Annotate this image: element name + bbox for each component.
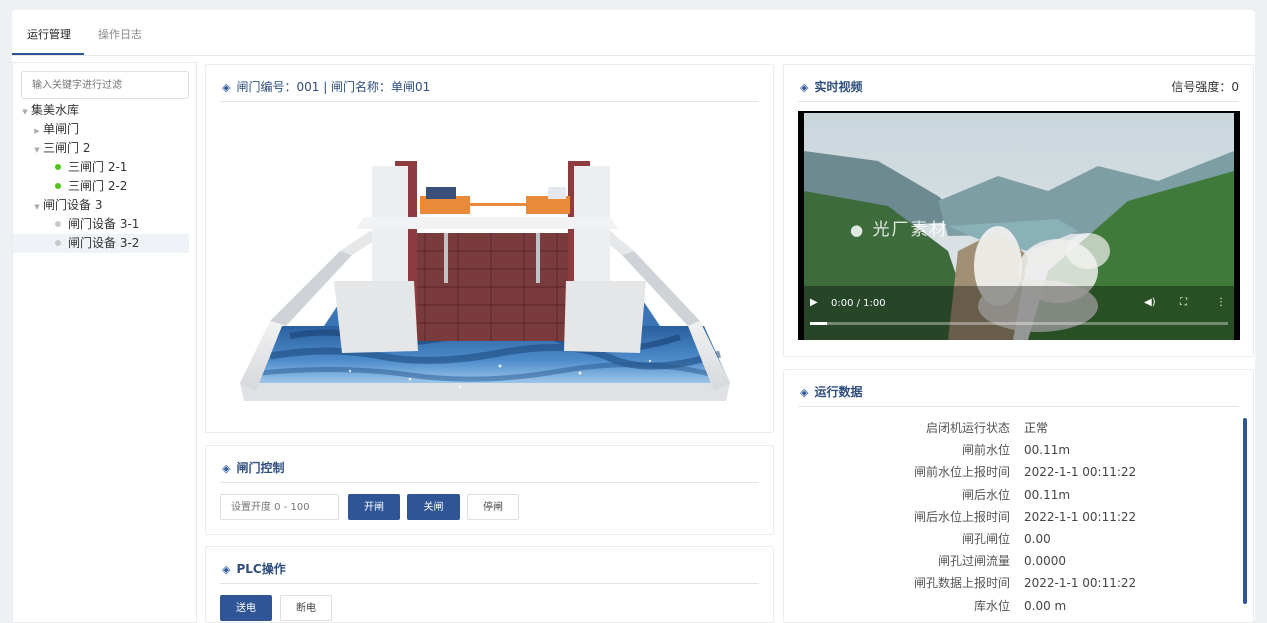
- data-label: 闸后水位: [961, 487, 1010, 502]
- data-value: 00.11m: [1024, 487, 1071, 502]
- opening-input[interactable]: [220, 494, 339, 520]
- close-gate-button[interactable]: 关闸: [407, 494, 460, 520]
- data-label: 闸前水位上报时间: [913, 465, 1010, 480]
- tree-node[interactable]: 三闸门 2-2: [13, 177, 127, 196]
- tab-run-management[interactable]: 运行管理: [27, 26, 71, 42]
- tree-filter-input[interactable]: [21, 71, 189, 99]
- active-tab-indicator: [12, 53, 84, 55]
- tree-node[interactable]: ▼ 集美水库: [13, 101, 79, 120]
- tree-node-label: 闸门设备 3: [43, 198, 103, 212]
- tree-node-label: 三闸门 2-2: [68, 179, 128, 193]
- run-data-title: ◈ 运行数据: [800, 385, 863, 399]
- video-watermark: ● 光厂素材: [850, 220, 949, 240]
- divider: [220, 482, 759, 483]
- data-label: 闸后水位上报时间: [913, 509, 1010, 524]
- gate-control-panel: ◈闸门控制 开闸 关闸 停闸: [205, 445, 774, 535]
- play-icon[interactable]: ▶: [810, 297, 818, 308]
- stop-gate-button[interactable]: 停闸: [467, 494, 519, 520]
- power-off-button[interactable]: 断电: [280, 595, 332, 621]
- fullscreen-icon[interactable]: ⛶: [1180, 297, 1187, 308]
- data-row: 闸后水位上报时间 2022-1-1 00:11:22: [784, 506, 1224, 528]
- data-row: 启闭机运行状态 正常: [784, 417, 1224, 439]
- plc-panel: ◈ PLC操作 送电 断电: [205, 546, 774, 623]
- camera-logo-icon: ●: [850, 221, 866, 239]
- video-title: ◈ 实时视频: [800, 80, 863, 94]
- divider: [798, 101, 1239, 102]
- run-data-panel: ◈ 运行数据 启闭机运行状态 正常 闸前水位 00.11m 闸前水位上报时间 2022-1-…: [783, 369, 1254, 623]
- tree-node-label: 闸门设备 3-2: [68, 236, 140, 250]
- volume-icon[interactable]: ◀): [1144, 297, 1156, 308]
- data-label: 启闭机运行状态: [925, 421, 1010, 435]
- data-value: 0.0000: [1024, 554, 1066, 569]
- gate-view-panel: ◈ 闸门编号：001 | 闸门名称：单闸01: [205, 64, 774, 433]
- power-on-button[interactable]: 送电: [220, 595, 272, 621]
- data-value: 正常: [1024, 421, 1049, 435]
- status-dot-icon: [55, 164, 61, 170]
- data-row: 库水位 0.00 m: [784, 595, 1224, 617]
- scrollbar[interactable]: [1243, 418, 1247, 604]
- data-label: 闸孔闸位: [961, 532, 1010, 546]
- data-value: 0.00 m: [1024, 598, 1067, 613]
- data-label: 闸孔数据上报时间: [913, 576, 1010, 591]
- data-value: 2022-1-1 00:11:22: [1024, 576, 1137, 591]
- data-value: 2022-1-1 00:11:22: [1024, 509, 1137, 524]
- tree-node[interactable]: ▶ 单闸门: [13, 120, 79, 139]
- open-gate-button[interactable]: 开闸: [348, 494, 400, 520]
- tree-node-label: 单闸门: [43, 122, 80, 136]
- gate-view-title: ◈ 闸门编号：001 | 闸门名称：单闸01: [222, 80, 431, 94]
- diamond-icon: ◈: [222, 81, 231, 94]
- gate-3d-illustration: [240, 161, 730, 401]
- data-label: 闸前水位: [961, 443, 1010, 458]
- data-row: 闸前水位上报时间 2022-1-1 00:11:22: [784, 461, 1224, 483]
- tree-node-label: 三闸门 2-1: [68, 160, 128, 174]
- data-row: 闸孔闸位 0.00: [784, 528, 1224, 550]
- plc-title: ◈ PLC操作: [222, 562, 286, 576]
- data-row: 闸孔过闸流量 0.0000: [784, 550, 1224, 572]
- video-time: 0:00 / 1:00: [831, 298, 886, 309]
- signal-strength: 信号强度：0: [1171, 80, 1239, 94]
- video-panel: ◈ 实时视频 信号强度：0 ● 光厂素材 ▶ 0:00 / 1:00 ◀) ⛶ …: [783, 64, 1254, 357]
- more-options-icon[interactable]: ⋮: [1216, 297, 1226, 308]
- data-value: 2022-1-1 00:11:22: [1024, 465, 1137, 480]
- tree-node[interactable]: 闸门设备 3-2: [13, 234, 189, 253]
- video-progress-bar[interactable]: [810, 322, 1228, 325]
- diamond-icon: ◈: [222, 462, 231, 475]
- status-dot-icon: [55, 183, 61, 189]
- data-value: 00.11m: [1024, 443, 1071, 458]
- device-tree-panel: ▼集美水库▶单闸门▼三闸门 2三闸门 2-1三闸门 2-2▼闸门设备 3闸门设备…: [12, 62, 197, 623]
- tree-node[interactable]: ▼ 三闸门 2: [13, 139, 90, 158]
- tree-node-label: 三闸门 2: [43, 141, 91, 155]
- tree-node[interactable]: 三闸门 2-1: [13, 158, 127, 177]
- top-tabs: 运行管理 操作日志: [12, 10, 1255, 56]
- data-value: 0.00: [1024, 532, 1051, 546]
- tree-node[interactable]: ▼ 闸门设备 3: [13, 196, 102, 215]
- data-label: 闸孔过闸流量: [937, 554, 1010, 569]
- divider: [798, 406, 1239, 407]
- tree-node-label: 闸门设备 3-1: [68, 217, 140, 231]
- tree-node-label: 集美水库: [31, 103, 80, 117]
- diamond-icon: ◈: [222, 563, 231, 576]
- diamond-icon: ◈: [800, 81, 809, 94]
- gate-control-title: ◈ 闸门控制: [222, 461, 285, 475]
- status-dot-icon: [55, 221, 61, 227]
- diamond-icon: ◈: [800, 386, 809, 399]
- tab-operation-log[interactable]: 操作日志: [98, 26, 142, 42]
- status-dot-icon: [55, 240, 61, 246]
- data-row: 闸后水位 00.11m: [784, 484, 1224, 506]
- divider: [220, 583, 759, 584]
- video-player[interactable]: ● 光厂素材 ▶ 0:00 / 1:00 ◀) ⛶ ⋮: [798, 111, 1240, 340]
- data-label: 库水位: [973, 598, 1010, 613]
- tree-node[interactable]: 闸门设备 3-1: [13, 215, 139, 234]
- video-progress-fill: [810, 322, 827, 325]
- data-row: 闸孔数据上报时间 2022-1-1 00:11:22: [784, 572, 1224, 594]
- data-row: 闸前水位 00.11m: [784, 439, 1224, 461]
- divider: [220, 101, 759, 102]
